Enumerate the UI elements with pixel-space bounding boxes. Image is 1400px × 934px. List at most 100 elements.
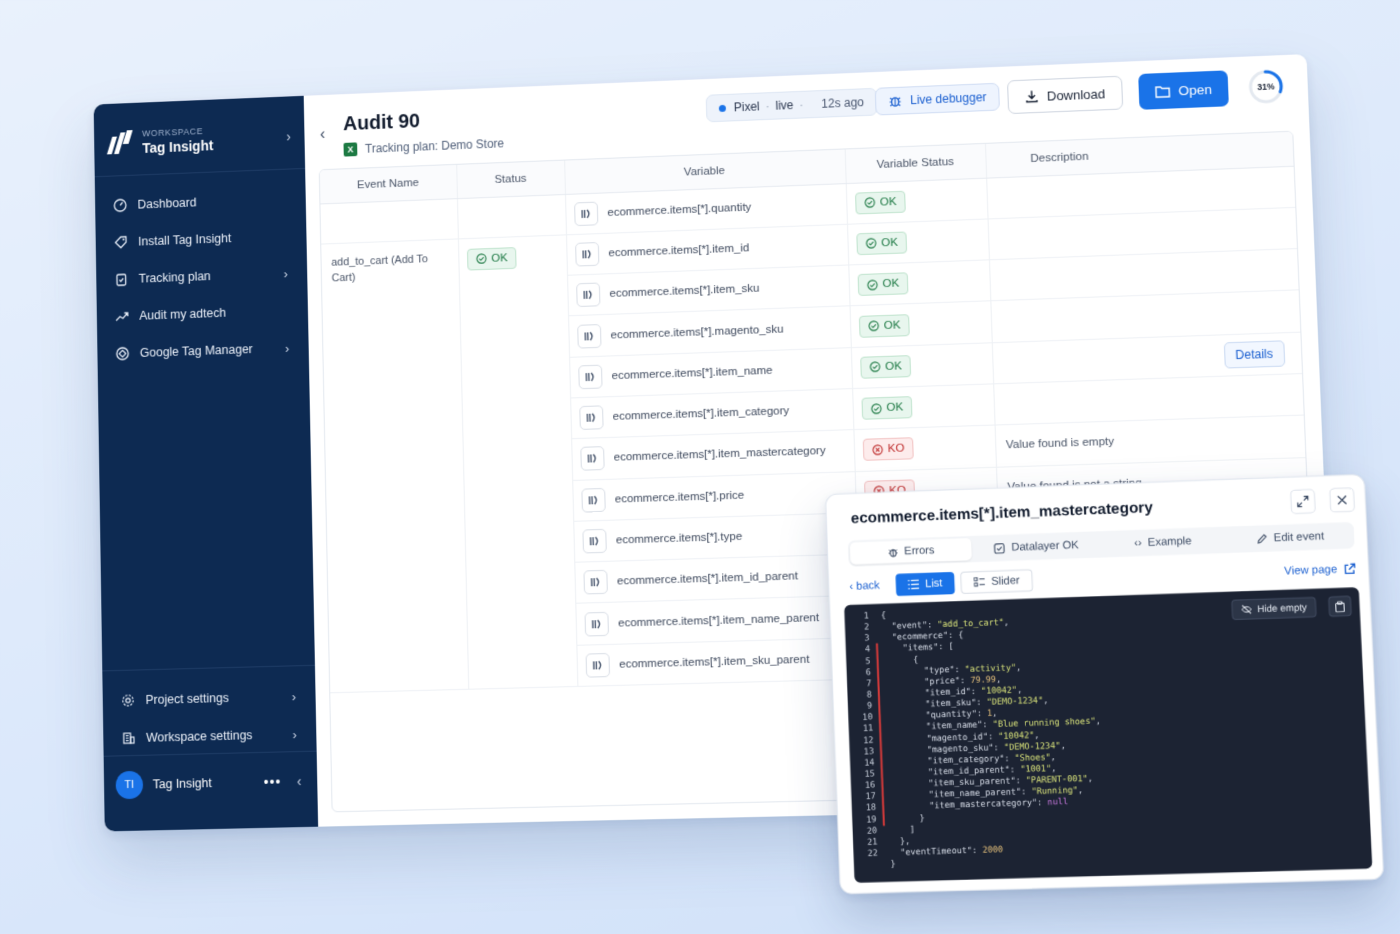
close-icon[interactable] <box>1329 487 1356 513</box>
sidebar-item-project-settings[interactable]: Project settings › <box>116 677 304 720</box>
variable-icon[interactable] <box>579 446 605 472</box>
tab-datalayer-ok[interactable]: Datalayer OK <box>975 533 1098 560</box>
pixel-last-seen: 12s ago <box>821 95 865 111</box>
variable-status-cell: OK <box>848 259 991 307</box>
more-icon[interactable]: ••• <box>264 773 282 789</box>
back-arrow-icon[interactable]: ‹ <box>320 126 326 144</box>
code-icon: ‹› <box>1133 536 1142 550</box>
status-badge: OK <box>859 354 912 379</box>
sidebar-divider <box>102 664 315 672</box>
variable-cell: ecommerce.items[*].item_sku_parent <box>576 637 862 687</box>
variable-icon[interactable] <box>580 487 606 513</box>
gear-icon <box>120 692 136 708</box>
variable-icon[interactable] <box>574 241 599 267</box>
download-button[interactable]: Download <box>1006 75 1124 115</box>
check-circle-icon <box>475 253 486 264</box>
details-button[interactable]: Details <box>1223 340 1285 369</box>
variable-icon[interactable] <box>585 652 610 678</box>
view-page-label: View page <box>1284 563 1338 578</box>
line-number: 16 <box>864 779 876 790</box>
line-number: 22 <box>867 847 879 858</box>
variable-status-cell: OK <box>846 218 989 266</box>
variable-name: ecommerce.items[*].magento_sku <box>610 323 784 342</box>
description-text: Value found is empty <box>1005 436 1115 452</box>
status-badge: OK <box>860 396 913 420</box>
excel-icon: X <box>343 142 358 157</box>
tag-icon <box>113 234 129 250</box>
tracking-plan-link[interactable]: X Tracking plan: Demo Store <box>343 136 504 157</box>
building-icon <box>121 730 137 746</box>
back-link[interactable]: ‹ back <box>849 580 880 593</box>
trend-icon <box>114 308 130 324</box>
expand-icon[interactable] <box>1289 488 1316 515</box>
variable-status-cell: OK <box>850 342 994 389</box>
live-debugger-label: Live debugger <box>909 90 987 108</box>
tab-edit-event[interactable]: Edit event <box>1228 524 1353 551</box>
status-badge: OK <box>858 313 910 338</box>
chevron-right-icon: › <box>286 128 292 145</box>
variable-icon[interactable] <box>583 611 609 637</box>
open-button[interactable]: Open <box>1138 70 1229 110</box>
event-name-cell: add_to_cart (Add To Cart) <box>321 238 469 693</box>
check-circle-icon <box>870 403 881 414</box>
slider-view-button[interactable]: Slider <box>960 569 1034 594</box>
event-status-cell: OK <box>457 234 578 690</box>
sidebar-divider <box>94 167 306 178</box>
bug-icon <box>887 546 899 557</box>
tab-label: Example <box>1147 535 1192 549</box>
column-header-status[interactable]: Status <box>456 160 565 199</box>
variable-icon[interactable] <box>581 528 607 554</box>
chevron-right-icon: › <box>283 265 288 281</box>
chevron-right-icon: › <box>284 340 290 356</box>
variable-icon[interactable] <box>578 405 604 431</box>
user-menu[interactable]: TI Tag Insight ••• ‹ <box>115 767 308 800</box>
variable-status-cell: OK <box>845 177 988 225</box>
variable-icon[interactable] <box>577 364 603 390</box>
variable-name: ecommerce.items[*].item_sku <box>609 282 760 301</box>
check-circle-icon <box>869 361 880 372</box>
copy-button[interactable] <box>1328 595 1352 617</box>
live-dot-icon <box>718 104 726 112</box>
variable-status-cell: OK <box>852 383 995 430</box>
status-badge: OK <box>855 231 908 256</box>
line-number: 8 <box>866 689 872 700</box>
collapse-sidebar-icon[interactable]: ‹ <box>297 773 302 789</box>
checkbox-icon <box>994 542 1006 554</box>
variable-icon[interactable] <box>575 282 600 308</box>
tab-example[interactable]: ‹› Example <box>1101 529 1225 556</box>
workspace-switcher[interactable]: WORKSPACE Tag Insight › <box>106 112 292 168</box>
line-number: 3 <box>864 632 870 644</box>
variable-name: ecommerce.items[*].item_mastercategory <box>613 445 826 465</box>
view-page-link[interactable]: View page <box>1284 563 1356 578</box>
gtm-icon <box>115 346 131 362</box>
check-circle-icon <box>864 197 875 208</box>
column-header-event-name[interactable]: Event Name <box>319 164 457 204</box>
stage: WORKSPACE Tag Insight › Dashboard Instal… <box>8 0 1400 934</box>
tab-errors[interactable]: Errors <box>849 537 972 565</box>
status-badge-label: OK <box>882 277 900 291</box>
list-view-button[interactable]: List <box>895 571 956 597</box>
sidebar-item-label: Project settings <box>145 690 229 707</box>
status-badge-label: OK <box>886 401 904 415</box>
download-icon <box>1024 89 1039 103</box>
tag-insight-logo-icon <box>106 130 133 156</box>
line-number: 5 <box>865 655 871 666</box>
variable-icon[interactable] <box>573 201 598 226</box>
line-number: 14 <box>863 756 875 768</box>
live-debugger-button[interactable]: Live debugger <box>874 82 1001 116</box>
check-circle-icon <box>866 279 877 290</box>
page-title: Audit 90 <box>342 110 421 136</box>
status-badge-label: OK <box>883 318 901 332</box>
line-numbers: 1 2 3 4 5 6 7 8 9 10 11 12 13 14 15 16 17 18 19 20 21 22 <box>844 610 878 859</box>
sidebar-item-gtm[interactable]: Google Tag Manager › <box>111 329 298 373</box>
variable-icon[interactable] <box>576 323 602 349</box>
chevron-right-icon: › <box>292 726 297 742</box>
variable-icon[interactable] <box>582 570 608 595</box>
sidebar-item-label: Audit my adtech <box>139 305 227 323</box>
status-badge[interactable]: KO <box>862 437 914 462</box>
column-header-variable-status[interactable]: Variable Status <box>844 143 987 184</box>
status-badge-label: KO <box>887 442 905 456</box>
hide-empty-button[interactable]: Hide empty <box>1231 596 1317 621</box>
pixel-status[interactable]: Pixel · live · 12s ago <box>705 87 878 123</box>
pixel-label: Pixel <box>733 99 760 115</box>
